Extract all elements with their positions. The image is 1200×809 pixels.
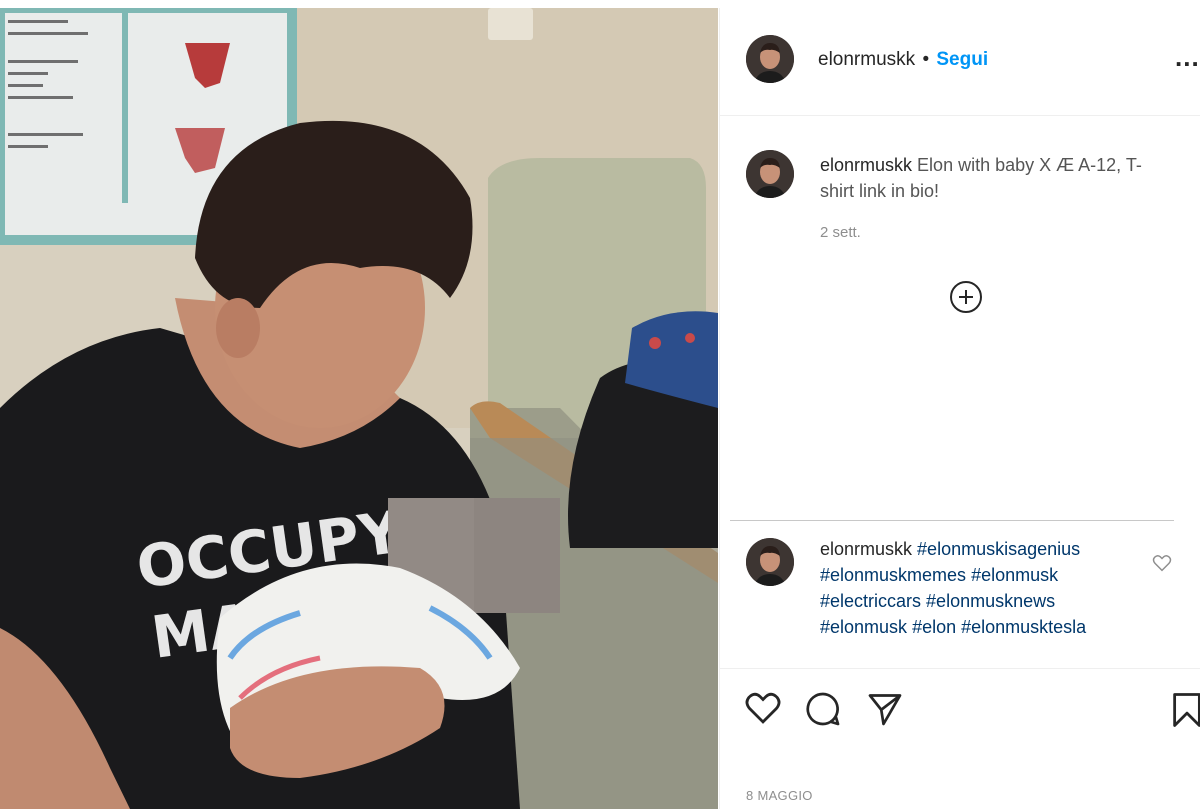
post-date[interactable]: 8 MAGGIO [746, 788, 813, 803]
comment-username[interactable]: elonrmuskk [820, 539, 912, 559]
hashtag[interactable]: #elonmusk [971, 565, 1058, 585]
author-line: elonrmuskk • Segui [818, 49, 988, 71]
caption-timestamp[interactable]: 2 sett. [820, 224, 861, 241]
hashtag[interactable]: #elonmusktesla [961, 617, 1086, 637]
post-photo[interactable]: OCCUPY MARS [0, 8, 718, 809]
post-header: elonrmuskk • Segui ... [720, 8, 1200, 116]
comment-like-heart-icon[interactable] [1152, 554, 1172, 572]
comment-avatar[interactable] [746, 538, 794, 586]
caption-avatar[interactable] [746, 150, 794, 198]
more-options-icon[interactable]: ... [1175, 42, 1200, 73]
instagram-post: OCCUPY MARS [0, 0, 1200, 809]
hashtag[interactable]: #elonmusknews [926, 591, 1055, 611]
load-more-comments-icon[interactable] [950, 281, 982, 313]
hashtag[interactable]: #elon [912, 617, 956, 637]
follow-button[interactable]: Segui [936, 49, 988, 70]
action-bar [720, 668, 1200, 769]
author-avatar[interactable] [746, 35, 794, 83]
hashtag[interactable]: #elonmusk [820, 617, 907, 637]
comment-text: elonrmuskk #elonmuskisagenius #elonmuskm… [820, 536, 1140, 640]
bookmark-icon[interactable] [1170, 691, 1200, 729]
post-side-panel: elonrmuskk • Segui ... elonrmuskk Elon w… [719, 8, 1200, 809]
caption-text: elonrmuskk Elon with baby X Æ A-12, T-sh… [820, 152, 1160, 204]
hashtag[interactable]: #electriccars [820, 591, 921, 611]
hashtag[interactable]: #elonmuskisagenius [917, 539, 1080, 559]
divider [730, 520, 1174, 521]
photo-illustration: OCCUPY MARS [0, 8, 718, 809]
heart-icon[interactable] [744, 691, 782, 725]
hashtag[interactable]: #elonmuskmemes [820, 565, 966, 585]
separator-dot: • [922, 49, 930, 70]
author-username[interactable]: elonrmuskk [818, 49, 915, 70]
paper-plane-icon[interactable] [866, 691, 904, 727]
comment-icon[interactable] [804, 691, 842, 727]
caption-username[interactable]: elonrmuskk [820, 155, 912, 175]
